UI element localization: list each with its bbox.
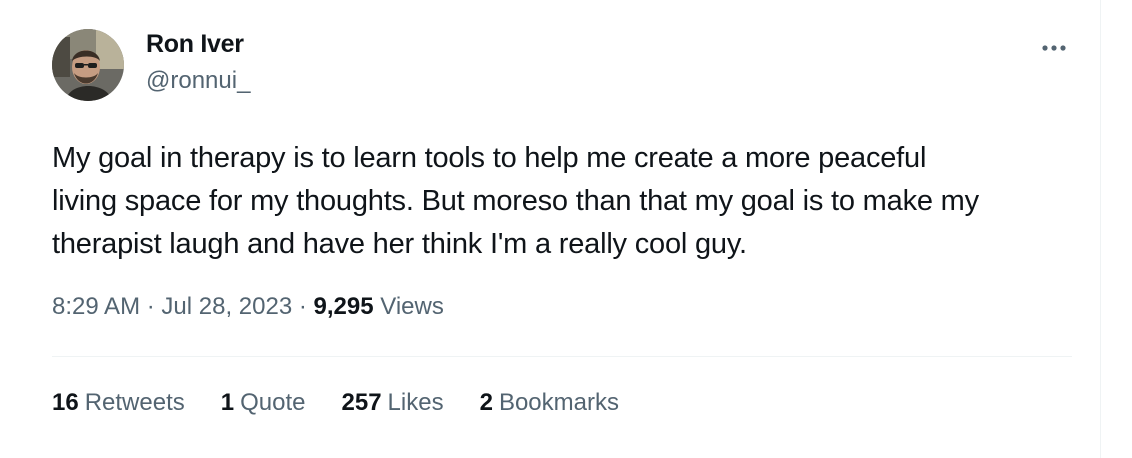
engagement-stats: 16 Retweets 1 Quote 257 Likes 2 Bookmarks <box>52 389 655 417</box>
tweet-text-line: My goal in therapy is to learn tools to … <box>52 142 927 174</box>
quotes-label: Quote <box>240 389 306 416</box>
more-options-button[interactable] <box>1036 34 1072 62</box>
card-border <box>1100 0 1101 458</box>
avatar[interactable] <box>52 29 124 101</box>
tweet-text: My goal in therapy is to learn tools to … <box>52 137 1092 266</box>
tweet-text-line: living space for my thoughts. But moreso… <box>52 185 979 217</box>
tweet-time[interactable]: 8:29 AM <box>52 293 140 320</box>
meta-separator: · <box>298 293 314 320</box>
display-name[interactable]: Ron Iver <box>146 30 244 59</box>
tweet-date[interactable]: Jul 28, 2023 <box>161 293 292 320</box>
retweets-label: Retweets <box>84 389 185 416</box>
likes-stat[interactable]: 257 Likes <box>342 389 444 417</box>
bookmarks-label: Bookmarks <box>498 389 619 416</box>
bookmarks-stat[interactable]: 2 Bookmarks <box>480 389 619 417</box>
tweet-metadata: 8:29 AM · Jul 28, 2023 · 9,295 Views <box>52 293 444 321</box>
quotes-count: 1 <box>220 389 235 416</box>
bookmarks-count: 2 <box>479 389 493 416</box>
retweets-stat[interactable]: 16 Retweets <box>52 389 185 417</box>
likes-count: 257 <box>341 389 382 416</box>
divider <box>52 356 1072 357</box>
more-horizontal-icon <box>1042 45 1066 51</box>
likes-label: Likes <box>387 389 444 416</box>
meta-separator: · <box>146 293 162 320</box>
quotes-stat[interactable]: 1 Quote <box>221 389 306 417</box>
tweet-card: Ron Iver @ronnui_ My goal in therapy is … <box>0 0 1132 458</box>
user-avatar-photo-icon <box>52 29 124 101</box>
views-count: 9,295 <box>313 293 374 320</box>
retweets-count: 16 <box>52 389 79 416</box>
views-label: Views <box>380 293 444 320</box>
user-handle[interactable]: @ronnui_ <box>146 67 250 95</box>
tweet-text-line: therapist laugh and have her think I'm a… <box>52 228 747 260</box>
